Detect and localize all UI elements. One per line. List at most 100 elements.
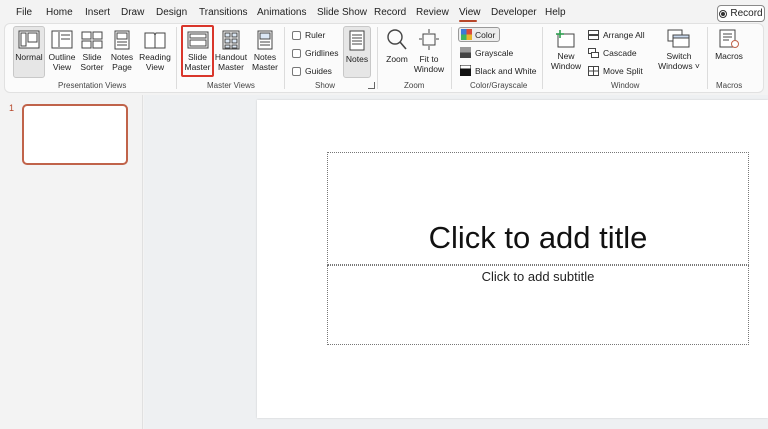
reading-label-2: View (145, 62, 165, 72)
sorter-label-1: Slide (82, 52, 102, 62)
grayscale-label: Grayscale (475, 47, 514, 58)
fit-to-window-button[interactable]: Fit to Window (412, 26, 446, 74)
color-label: Color (475, 29, 496, 40)
tab-help[interactable]: Help (545, 7, 566, 18)
notes-page-label-2: Page (112, 62, 132, 72)
notes-icon (349, 30, 365, 51)
slide-master-highlight (181, 25, 214, 77)
zoom-button[interactable]: Zoom (383, 26, 411, 64)
record-button[interactable]: Record (717, 5, 765, 22)
tab-home[interactable]: Home (46, 7, 73, 18)
normal-label: Normal (15, 52, 43, 62)
normal-view-button[interactable]: Normal (13, 26, 45, 78)
slide-sorter-button[interactable]: Slide Sorter (79, 26, 105, 72)
slide-sorter-icon (81, 31, 103, 49)
fit-label-1: Fit to (419, 54, 439, 64)
arrange-all-icon (588, 30, 599, 40)
group-label-show: Show (315, 81, 336, 90)
handout-master-label-1: Handout (214, 52, 248, 62)
move-split-label: Move Split (603, 66, 643, 76)
tab-draw[interactable]: Draw (121, 7, 144, 18)
arrange-all-button[interactable]: Arrange All (588, 30, 645, 40)
grayscale-icon (460, 47, 471, 58)
subtitle-placeholder-text: Click to add subtitle (481, 269, 595, 284)
cascade-button[interactable]: Cascade (588, 48, 637, 58)
notes-master-button[interactable]: Notes Master (250, 26, 280, 72)
arrange-all-label: Arrange All (603, 30, 645, 40)
slide-number: 1 (9, 103, 15, 113)
group-label-color-grayscale: Color/Grayscale (470, 81, 528, 90)
bw-label: Black and White (475, 65, 537, 76)
move-split-icon (588, 66, 599, 76)
reading-view-button[interactable]: Reading View (138, 26, 172, 72)
macros-label: Macros (715, 51, 743, 61)
outline-label-2: View (52, 62, 72, 72)
switch-label-2: Windows ˅ (658, 61, 700, 71)
title-placeholder[interactable]: Click to add title (327, 152, 749, 265)
notes-label: Notes (345, 54, 369, 64)
notes-button[interactable]: Notes (343, 26, 371, 78)
notes-master-icon (257, 30, 273, 50)
tab-view[interactable]: View (459, 7, 481, 18)
black-white-icon (460, 65, 471, 76)
notes-master-label-2: Master (252, 62, 278, 72)
color-swatch-icon (461, 29, 472, 40)
gridlines-label: Gridlines (305, 48, 339, 58)
tab-transitions[interactable]: Transitions (199, 7, 248, 18)
checkbox-icon (292, 48, 301, 58)
active-tab-indicator (459, 20, 477, 22)
separator (707, 27, 708, 89)
group-label-zoom: Zoom (404, 81, 425, 90)
notes-page-icon (114, 30, 130, 50)
handout-master-icon (222, 30, 240, 50)
handout-master-button[interactable]: Handout Master (214, 26, 248, 72)
separator (451, 27, 452, 89)
grayscale-button[interactable]: Grayscale (460, 47, 513, 58)
move-split-button[interactable]: Move Split (588, 66, 643, 76)
black-and-white-button[interactable]: Black and White (460, 65, 536, 76)
ruler-label: Ruler (305, 30, 326, 40)
checkbox-icon (292, 30, 301, 40)
new-window-label-2: Window (550, 61, 582, 71)
show-dialog-launcher-icon[interactable] (368, 82, 375, 89)
ruler-checkbox[interactable]: Ruler (292, 30, 325, 40)
gridlines-checkbox[interactable]: Gridlines (292, 48, 339, 58)
cascade-icon (588, 48, 599, 58)
tab-design[interactable]: Design (156, 7, 187, 18)
magnifier-icon (387, 29, 407, 50)
tab-file[interactable]: File (16, 7, 32, 18)
guides-checkbox[interactable]: Guides (292, 66, 332, 76)
tab-record[interactable]: Record (374, 7, 406, 18)
group-label-window: Window (611, 81, 640, 90)
group-label-presentation-views: Presentation Views (58, 81, 127, 90)
slide-thumbnail[interactable] (22, 104, 128, 165)
new-window-button[interactable]: New Window (549, 26, 583, 71)
notes-page-button[interactable]: Notes Page (109, 26, 135, 72)
separator (542, 27, 543, 89)
outline-view-button[interactable]: Outline View (47, 26, 77, 72)
tab-animations[interactable]: Animations (257, 7, 306, 18)
subtitle-placeholder[interactable]: Click to add subtitle (327, 265, 749, 345)
handout-master-label-2: Master (218, 62, 244, 72)
notes-page-label-1: Notes (110, 52, 134, 62)
reading-view-icon (144, 32, 166, 49)
separator (377, 27, 378, 89)
macros-icon (719, 29, 739, 48)
zoom-label: Zoom (386, 54, 408, 64)
tab-slide-show[interactable]: Slide Show (317, 7, 367, 18)
notes-master-label-1: Notes (253, 52, 277, 62)
tab-developer[interactable]: Developer (491, 7, 537, 18)
macros-button[interactable]: Macros (712, 26, 746, 61)
separator (284, 27, 285, 89)
tab-insert[interactable]: Insert (85, 7, 110, 18)
outline-label-1: Outline (48, 52, 76, 62)
group-label-master-views: Master Views (207, 81, 255, 90)
tab-review[interactable]: Review (416, 7, 449, 18)
sorter-label-2: Sorter (80, 62, 104, 72)
group-label-macros: Macros (716, 81, 743, 90)
new-window-icon (556, 30, 575, 48)
cascade-label: Cascade (603, 48, 637, 58)
switch-windows-button[interactable]: Switch Windows ˅ (657, 26, 701, 71)
fit-to-window-icon (419, 29, 439, 50)
color-button[interactable]: Color (458, 27, 500, 42)
